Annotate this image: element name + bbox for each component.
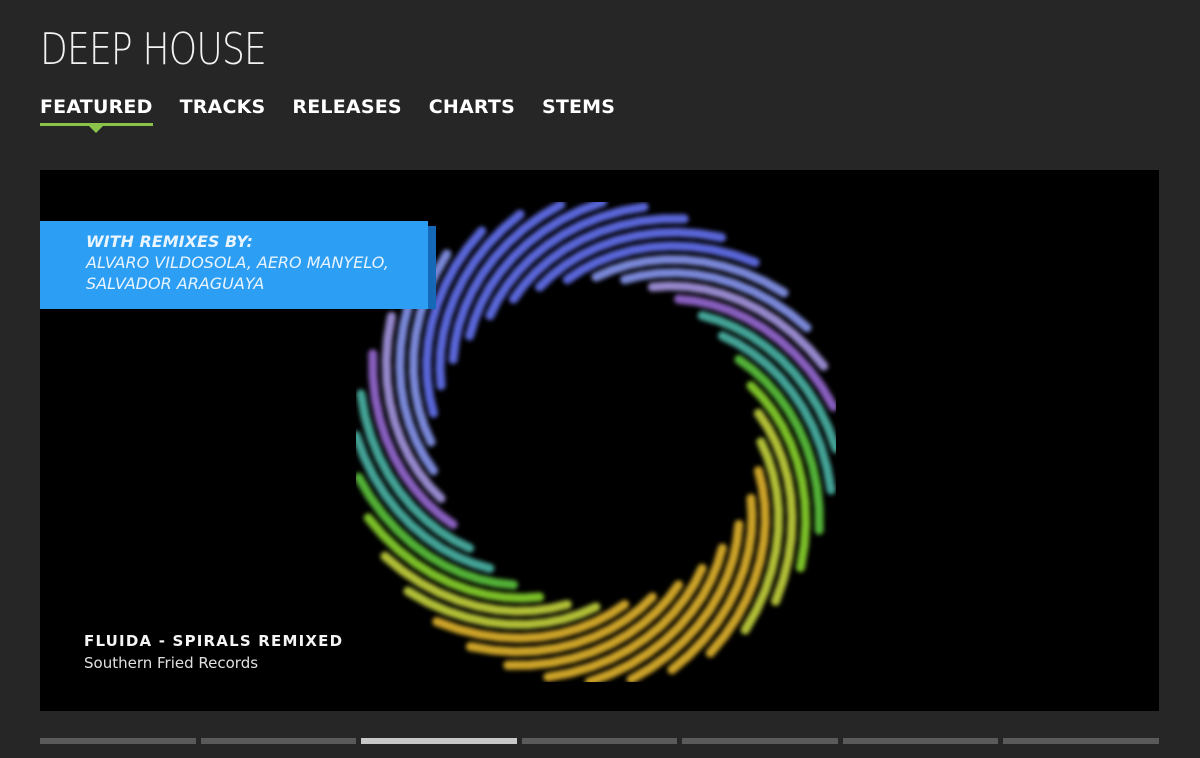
- tab-stems[interactable]: STEMS: [542, 96, 615, 124]
- genre-tabs: FEATURED TRACKS RELEASES CHARTS STEMS: [40, 96, 642, 133]
- carousel-slide-indicator[interactable]: [361, 738, 517, 744]
- remix-heading: WITH REMIXES BY:: [86, 232, 253, 251]
- featured-hero-banner[interactable]: WITH REMIXES BY: ALVARO VILDOSOLA, AERO …: [40, 170, 1159, 711]
- carousel-pager: [40, 738, 1160, 744]
- page-title: DEEP HOUSE: [40, 24, 267, 75]
- carousel-slide-indicator[interactable]: [200, 738, 357, 744]
- tab-tracks[interactable]: TRACKS: [180, 96, 266, 124]
- tab-label: CHARTS: [428, 96, 515, 118]
- remix-artists: ALVARO VILDOSOLA, AERO MANYELO, SALVADOR…: [86, 253, 389, 293]
- active-tab-caret-icon: [89, 126, 104, 133]
- tab-featured[interactable]: FEATURED: [40, 96, 153, 133]
- tab-label: FEATURED: [40, 96, 153, 118]
- tab-label: STEMS: [541, 96, 616, 118]
- carousel-slide-indicator[interactable]: [682, 738, 838, 744]
- tab-releases[interactable]: RELEASES: [292, 96, 401, 124]
- carousel-slide-indicator[interactable]: [842, 738, 999, 744]
- tab-label: TRACKS: [179, 96, 266, 118]
- tab-label: RELEASES: [292, 96, 402, 118]
- carousel-slide-indicator[interactable]: [1003, 738, 1160, 744]
- carousel-slide-indicator[interactable]: [521, 738, 678, 744]
- carousel-slide-indicator[interactable]: [40, 738, 196, 744]
- release-title: FLUIDA - SPIRALS REMIXED: [84, 632, 344, 650]
- tab-charts[interactable]: CHARTS: [429, 96, 515, 124]
- release-label: Southern Fried Records: [84, 654, 259, 672]
